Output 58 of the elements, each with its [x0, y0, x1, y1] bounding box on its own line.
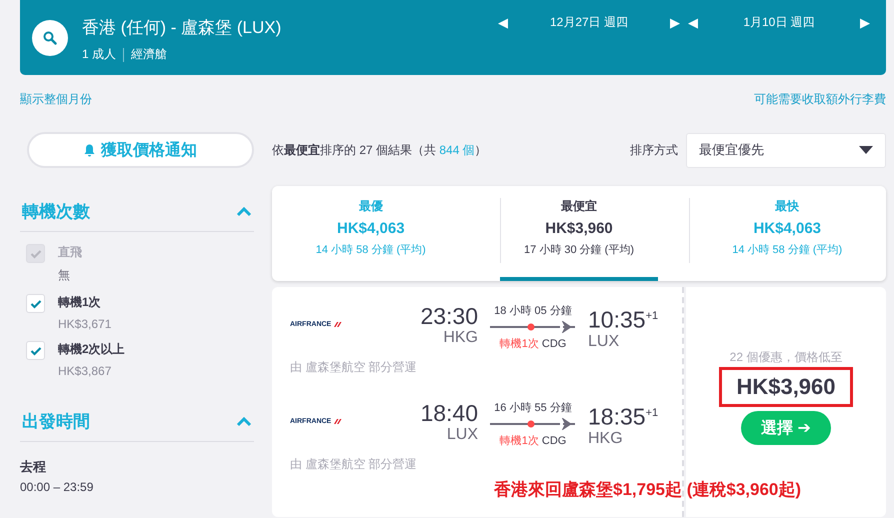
sort-tab[interactable]: 最便宜 HK$3,960 17 小時 30 分鐘 (平均)	[500, 186, 658, 281]
airport-code: LUX	[588, 332, 620, 351]
sort-tab[interactable]: 最快 HK$4,063 14 小時 58 分鐘 (平均)	[689, 186, 886, 281]
flight-duration: 18 小時 05 分鐘	[494, 304, 572, 318]
previous-date-button[interactable]: ◀	[684, 14, 702, 30]
sort-dropdown[interactable]: 最便宜優先	[686, 132, 886, 168]
previous-date-button[interactable]: ◀	[494, 14, 512, 30]
check-icon	[30, 346, 42, 356]
filter-option-label: 直飛	[58, 244, 82, 261]
departure-time: 23:30	[420, 303, 478, 329]
search-button[interactable]	[32, 20, 68, 56]
deals-count: 22 個優惠，價格低至	[730, 349, 842, 366]
date-label[interactable]: 1月10日 週四	[743, 14, 815, 31]
results-summary: 依最便宜排序的 27 個結果（共 844 個）	[272, 142, 488, 158]
chevron-icon[interactable]	[236, 416, 252, 426]
option-price: HK$3,867	[58, 364, 112, 378]
total-link[interactable]: 844 個	[439, 142, 475, 156]
sort-label: 排序方式	[630, 142, 678, 158]
checkbox[interactable]	[26, 341, 45, 360]
airport-code: HKG	[588, 430, 624, 448]
flight-duration: 16 小時 55 分鐘	[494, 401, 572, 415]
chevron-icon[interactable]	[236, 206, 252, 216]
airport-code: HKG	[443, 329, 478, 347]
check-icon	[30, 298, 42, 308]
filter-option-label: 轉機1次	[58, 294, 102, 311]
next-date-button[interactable]: ▶	[856, 14, 874, 30]
time-range: 00:00 – 23:59	[20, 480, 94, 494]
option-price: 無	[58, 267, 71, 284]
price-alert-button[interactable]: 獲取價格通知	[27, 132, 254, 168]
arrival-time: 10:35$^{+1}$	[588, 306, 658, 333]
date-label[interactable]: 12月27日 週四	[550, 14, 628, 31]
cabin-class: 經濟艙	[131, 46, 168, 63]
baggage-link[interactable]: 可能需要收取額外行李費	[754, 91, 886, 108]
operator-note: 由 盧森堡航空 部分營運	[290, 359, 418, 376]
arrival-time: 18:35$^{+1}$	[588, 402, 658, 430]
filter-label: 去程	[20, 458, 47, 476]
bell-icon	[84, 144, 95, 156]
filter-heading: 轉機次數	[22, 201, 90, 223]
filter-option-label: 轉機2次以上	[58, 341, 125, 358]
stops-info: 轉機1次 CDG	[500, 434, 566, 448]
select-button[interactable]: 選擇 ➔	[741, 411, 831, 445]
checkbox[interactable]	[26, 294, 45, 313]
stops-info: 轉機1次 CDG	[500, 337, 566, 351]
airport-code: LUX	[446, 426, 478, 444]
promo-caption: 香港來回盧森堡$1,795起 (連稅$3,960起)	[494, 479, 802, 501]
month-link[interactable]: 顯示整個月份	[20, 91, 92, 108]
caret-icon	[859, 146, 873, 154]
option-price: HK$3,671	[58, 317, 112, 331]
search-icon	[43, 30, 57, 44]
price: HK$3,960	[719, 367, 853, 407]
next-date-button[interactable]: ▶	[666, 14, 684, 30]
filter-heading: 出發時間	[22, 411, 90, 433]
route-title[interactable]: 香港 (任何) - 盧森堡 (LUX)	[82, 16, 494, 39]
passenger-count: 1 成人	[82, 46, 116, 63]
departure-time: 18:40	[420, 400, 478, 426]
check-icon	[30, 248, 42, 258]
operator-note: 由 盧森堡航空 部分營運	[290, 456, 418, 473]
sort-tab[interactable]: 最優 HK$4,063 14 小時 58 分鐘 (平均)	[273, 186, 469, 281]
